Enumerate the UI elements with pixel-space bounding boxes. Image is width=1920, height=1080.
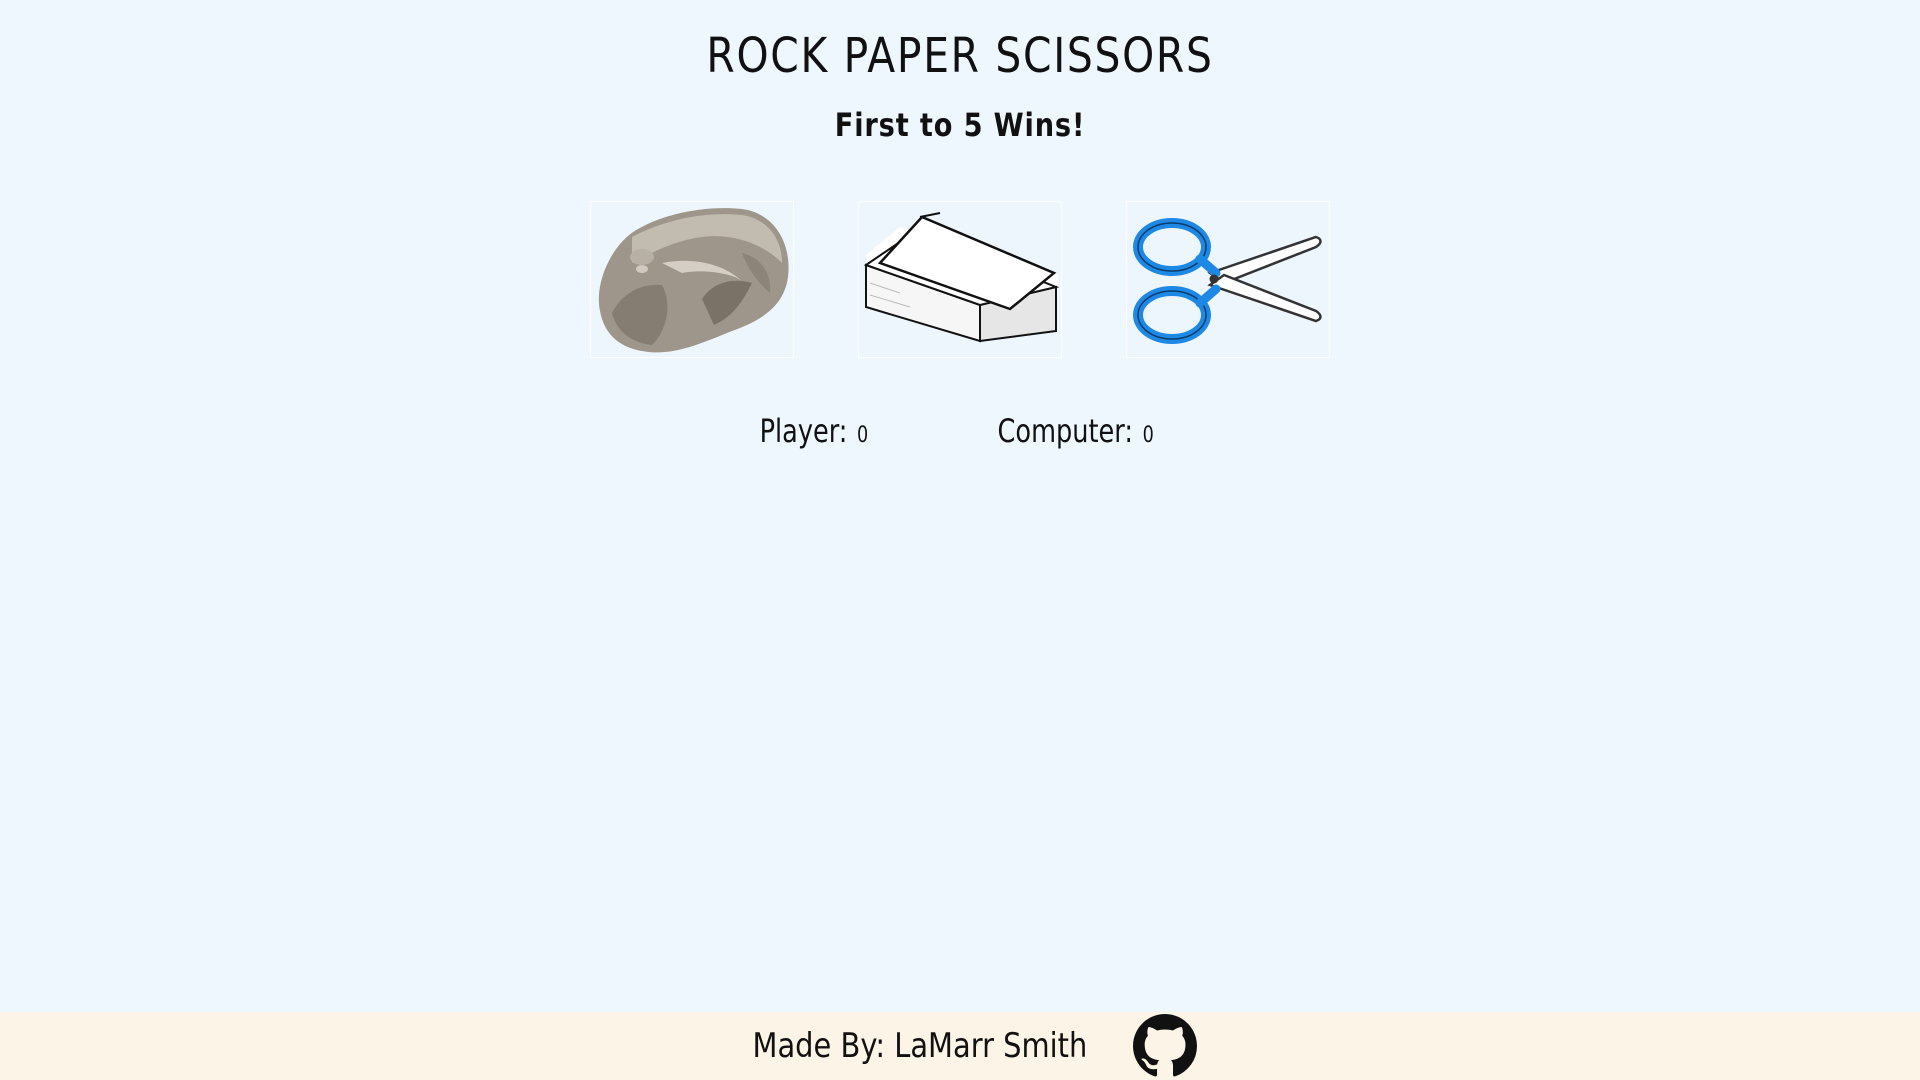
made-by-text: Made By: LaMarr Smith xyxy=(752,1026,1088,1066)
scoreboard: Player: 0 Computer: 0 xyxy=(0,412,1920,450)
rock-icon xyxy=(598,207,789,352)
page-title: ROCK PAPER SCISSORS xyxy=(706,28,1214,84)
page-subtitle: First to 5 Wins! xyxy=(834,106,1086,144)
player-score-value: 0 xyxy=(857,423,869,448)
player-score-label: Player: xyxy=(760,412,848,450)
github-icon[interactable] xyxy=(1132,1014,1197,1078)
paper-icon xyxy=(863,211,1060,342)
rock-button[interactable] xyxy=(590,201,794,358)
choice-buttons xyxy=(0,201,1920,358)
player-score: Player: 0 xyxy=(760,412,869,450)
footer: Made By: LaMarr Smith xyxy=(0,1012,1920,1080)
scissors-icon xyxy=(1133,217,1322,344)
scissors-button[interactable] xyxy=(1126,201,1330,358)
computer-score-value: 0 xyxy=(1142,423,1155,448)
computer-score: Computer: 0 xyxy=(998,412,1154,450)
computer-score-label: Computer: xyxy=(997,412,1134,450)
paper-button[interactable] xyxy=(858,201,1062,358)
